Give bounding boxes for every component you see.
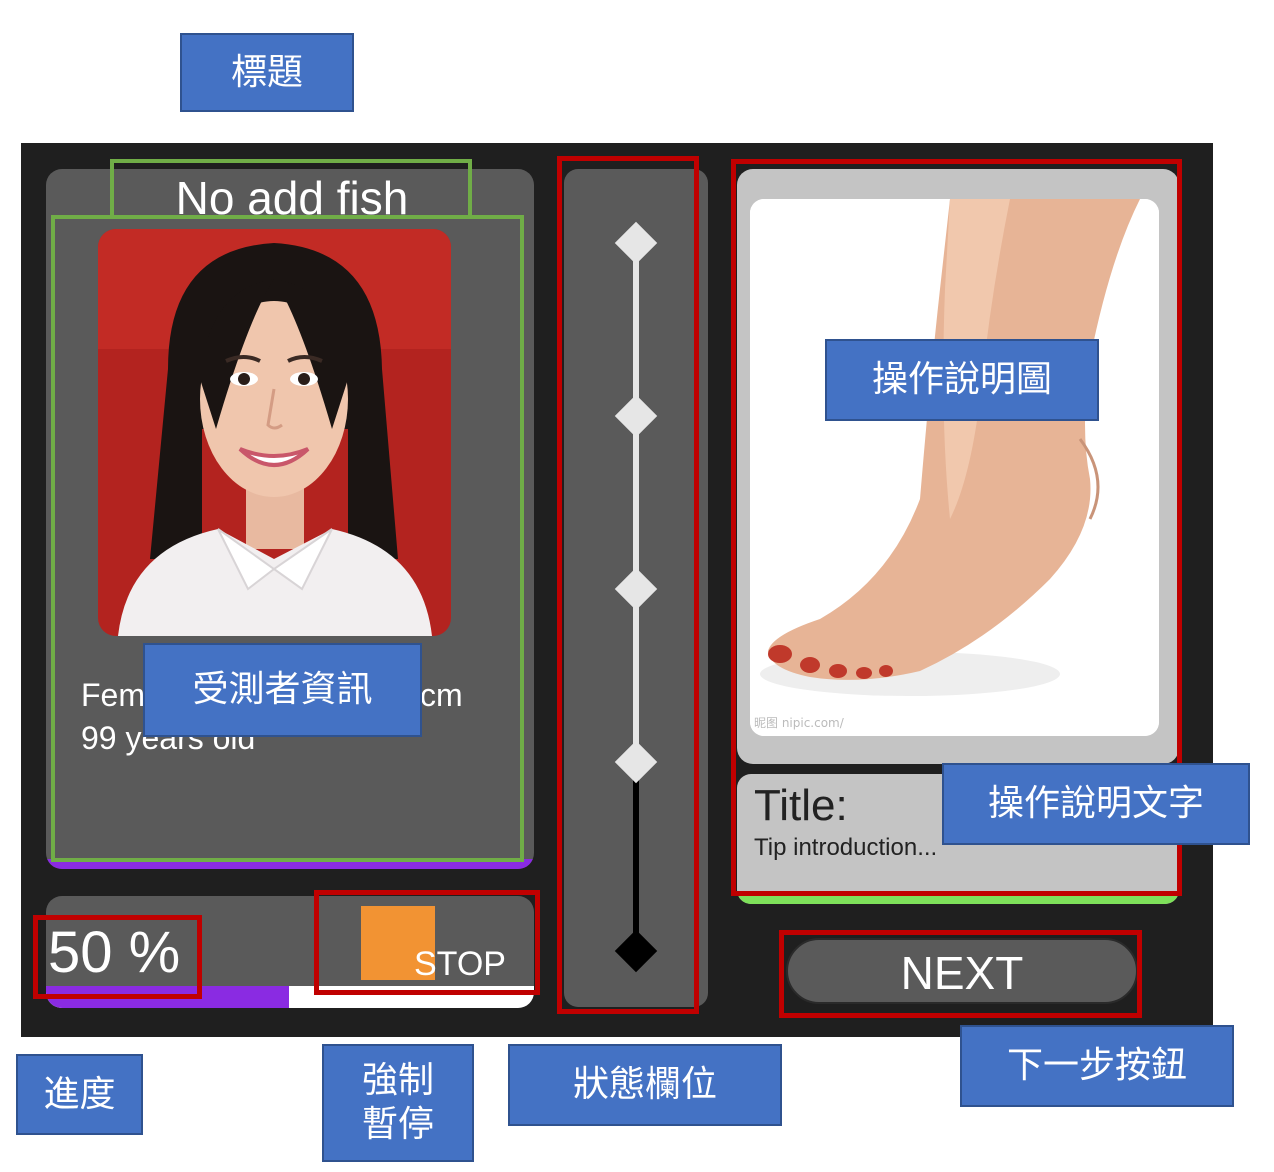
annotation-title: 標題 bbox=[180, 33, 354, 112]
annotation-instruction-image: 操作說明圖 bbox=[825, 339, 1099, 421]
annotation-force-pause: 強制 暫停 bbox=[322, 1044, 474, 1162]
annotation-subject-info: 受測者資訊 bbox=[143, 643, 422, 737]
subject-info-outline bbox=[51, 215, 524, 862]
title-outline bbox=[110, 159, 472, 219]
annotation-status-field: 狀態欄位 bbox=[508, 1044, 782, 1126]
next-outline bbox=[779, 930, 1142, 1018]
status-outline bbox=[557, 156, 699, 1014]
annotation-instruction-text: 操作說明文字 bbox=[942, 763, 1250, 845]
annotation-next-button: 下一步按鈕 bbox=[960, 1025, 1234, 1107]
annotation-progress: 進度 bbox=[16, 1054, 143, 1135]
stop-outline bbox=[314, 890, 540, 995]
tip-accent-bar bbox=[737, 896, 1179, 904]
progress-outline bbox=[33, 915, 202, 999]
